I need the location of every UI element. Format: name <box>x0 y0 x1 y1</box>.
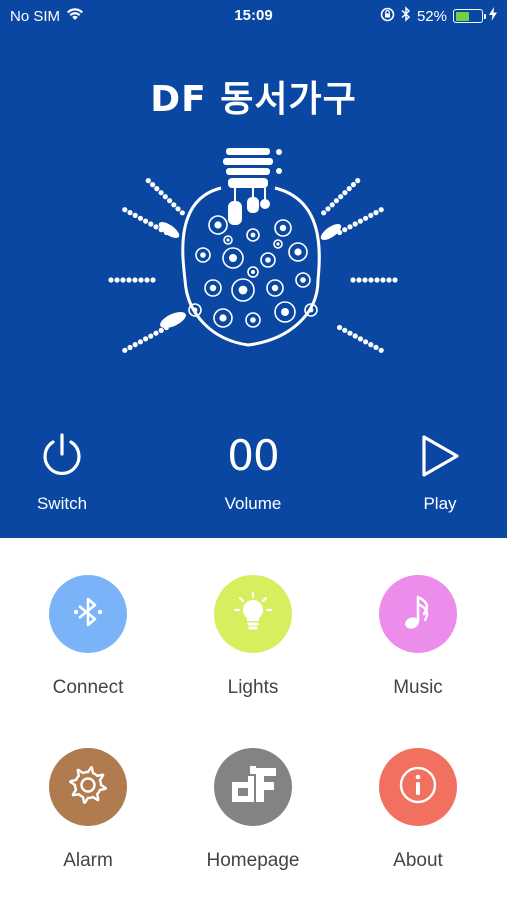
volume-control[interactable]: 00 Volume <box>203 430 303 514</box>
orientation-lock-icon <box>380 7 395 26</box>
music-label: Music <box>393 677 443 698</box>
switch-button[interactable]: Switch <box>20 430 104 514</box>
volume-value: 00 <box>227 431 279 480</box>
df-logo-icon <box>226 758 280 817</box>
charging-icon <box>489 7 497 25</box>
status-right: 52% <box>380 6 497 26</box>
homepage-label: Homepage <box>206 850 300 871</box>
gear-icon <box>66 763 110 812</box>
play-label: Play <box>423 494 457 513</box>
hero-panel: No SIM 15:09 52% DF 동서가구 Switch 00 Volum… <box>0 0 507 538</box>
alarm-tile[interactable]: Alarm <box>8 748 168 872</box>
homepage-icon-circle[interactable] <box>214 748 292 826</box>
volume-label: Volume <box>224 494 282 513</box>
about-tile[interactable]: About <box>338 748 498 872</box>
connect-icon-circle[interactable] <box>49 575 127 653</box>
about-icon-circle[interactable] <box>379 748 457 826</box>
bulb-icon <box>232 591 274 638</box>
app-title: DF 동서가구 <box>150 79 357 120</box>
battery-fill <box>455 11 469 21</box>
bluetooth-icon <box>68 592 108 637</box>
play-icon <box>398 430 482 482</box>
play-button[interactable]: Play <box>398 430 482 514</box>
homepage-tile[interactable]: Homepage <box>173 748 333 872</box>
music-tile[interactable]: Music <box>338 575 498 699</box>
connect-label: Connect <box>52 677 124 698</box>
switch-label: Switch <box>36 494 88 513</box>
lights-tile[interactable]: Lights <box>173 575 333 699</box>
status-bar: No SIM 15:09 52% <box>0 0 507 32</box>
lights-label: Lights <box>227 677 279 698</box>
volume-value-wrap: 00 <box>203 430 303 482</box>
music-note-icon <box>400 592 436 637</box>
power-icon <box>20 430 104 482</box>
feature-menu: Connect Lights Music Alarm Homepage Abou… <box>0 538 507 900</box>
music-icon-circle[interactable] <box>379 575 457 653</box>
bluetooth-icon <box>401 6 411 26</box>
alarm-label: Alarm <box>63 850 113 871</box>
info-icon <box>397 764 439 811</box>
bulb-illustration <box>103 140 403 390</box>
lights-icon-circle[interactable] <box>214 575 292 653</box>
battery-percent: 52% <box>416 7 447 25</box>
battery-icon <box>453 9 486 23</box>
about-label: About <box>393 850 443 871</box>
connect-tile[interactable]: Connect <box>8 575 168 699</box>
alarm-icon-circle[interactable] <box>49 748 127 826</box>
